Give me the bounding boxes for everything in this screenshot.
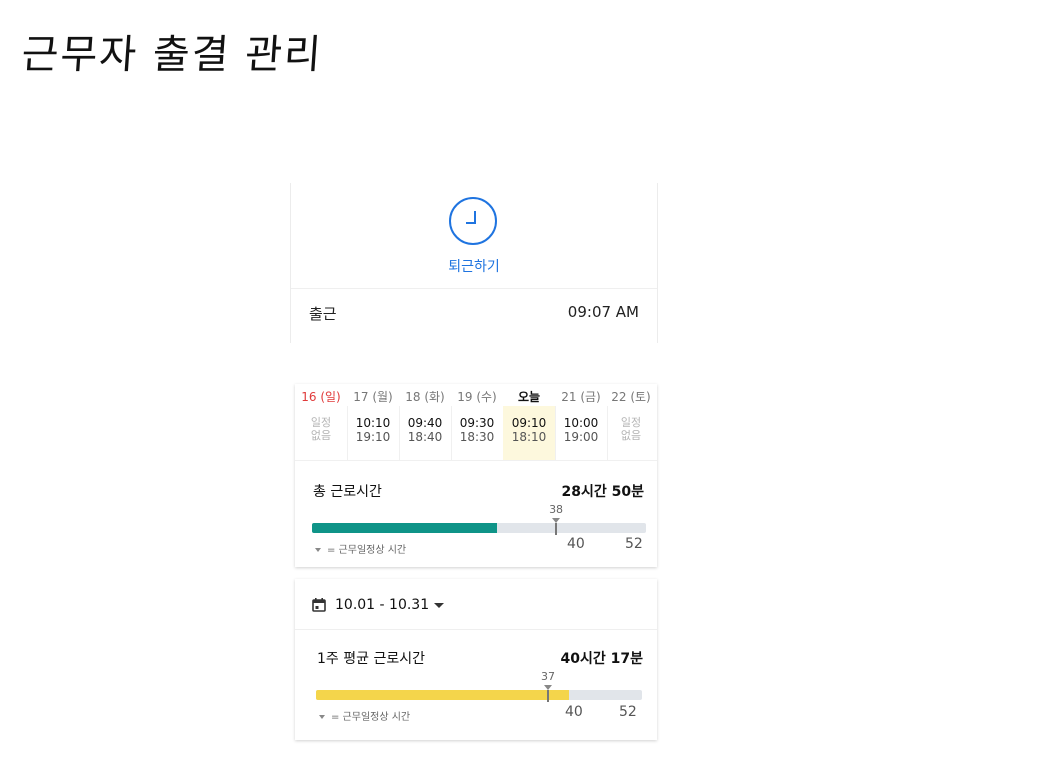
day-schedule-cell: 일정 없음 [605,406,657,460]
date-range-text: 10.01 - 10.31 [335,597,430,613]
divider [291,288,657,289]
end-time: 19:10 [355,430,391,444]
day-label: 16 (일) [301,390,341,404]
day-schedule-cell: 일정 없음 [295,406,348,460]
day-column[interactable]: 22 (토) 일정 없음 [605,384,657,460]
day-schedule-cell: 09:10 18:10 [503,406,556,460]
chevron-down-icon [434,602,445,608]
end-time: 18:40 [407,430,443,444]
axis-label-52: 52 [619,704,637,720]
day-label: 18 (화) [405,390,445,404]
day-label: 오늘 [517,390,541,404]
monthly-card: 10.01 - 10.31 1주 평균 근로시간 40시간 17분 37 = 근… [295,579,657,740]
normal-hours-marker-value: 37 [540,670,555,683]
day-schedule-cell: 09:30 18:30 [451,406,504,460]
date-range-picker[interactable]: 10.01 - 10.31 [311,594,445,616]
legend: = 근무일정상 시간 [315,541,406,556]
day-today[interactable]: 오늘 09:10 18:10 [503,384,556,460]
day-label: 22 (토) [611,390,651,404]
day-schedule-cell: 10:10 19:10 [347,406,400,460]
axis-label-52: 52 [625,536,643,552]
legend-text: = 근무일정상 시간 [331,712,411,723]
week-day-strip: 16 (일) 일정 없음 17 (월) 10:10 19:10 18 (화) 09:40 18… [295,384,657,460]
normal-hours-tick [555,523,558,535]
marker-legend-icon [315,548,321,552]
page-title: 근무자 출결 관리 [20,32,325,78]
axis-label-40: 40 [567,536,585,552]
day-column[interactable]: 16 (일) 일정 없음 [295,384,348,460]
normal-hours-tick [546,690,549,702]
day-column[interactable]: 19 (수) 09:30 18:30 [451,384,504,460]
weekly-average-bar-fill [316,690,569,700]
axis-label-40: 40 [565,704,583,720]
clock-card: 퇴근하기 출근 09:07 AM [290,183,658,343]
clock-out-label[interactable]: 퇴근하기 [291,256,657,276]
start-time: 10:10 [355,416,391,430]
marker-legend-icon [319,715,325,719]
total-hours-value: 28시간 50분 [561,484,644,500]
weekly-average-label: 1주 평균 근로시간 [317,651,425,667]
clock-icon [449,197,497,245]
start-time: 09:40 [407,416,443,430]
end-time: 18:30 [459,430,495,444]
end-time: 18:10 [511,430,547,444]
start-time: 09:30 [459,416,495,430]
day-schedule-cell: 10:00 19:00 [555,406,608,460]
no-schedule-text: 일정 없음 [620,416,642,442]
end-time: 19:00 [563,430,599,444]
day-column[interactable]: 17 (월) 10:10 19:10 [347,384,400,460]
weekly-average-bar [316,690,642,700]
day-label: 19 (수) [457,390,497,404]
day-label: 17 (월) [353,390,393,404]
clock-out-button[interactable] [448,196,498,246]
start-time: 10:00 [563,416,599,430]
legend: = 근무일정상 시간 [319,708,410,723]
legend-text: = 근무일정상 시간 [327,545,407,556]
weekly-card: 16 (일) 일정 없음 17 (월) 10:10 19:10 18 (화) 09:40 18… [295,384,657,567]
normal-hours-marker-value: 38 [549,503,564,516]
day-column[interactable]: 18 (화) 09:40 18:40 [399,384,452,460]
day-label: 21 (금) [561,390,601,404]
weekly-average-value: 40시간 17분 [560,651,643,667]
divider [295,460,657,461]
total-hours-label: 총 근로시간 [313,484,382,500]
clock-in-label: 출근 [309,305,337,323]
total-hours-bar-fill [312,523,498,533]
divider [295,629,657,630]
calendar-icon [312,598,326,612]
clock-in-time: 09:07 AM [567,303,639,321]
day-schedule-cell: 09:40 18:40 [399,406,452,460]
total-hours-bar [312,523,646,533]
start-time: 09:10 [511,416,547,430]
day-column[interactable]: 21 (금) 10:00 19:00 [555,384,608,460]
no-schedule-text: 일정 없음 [310,416,332,442]
